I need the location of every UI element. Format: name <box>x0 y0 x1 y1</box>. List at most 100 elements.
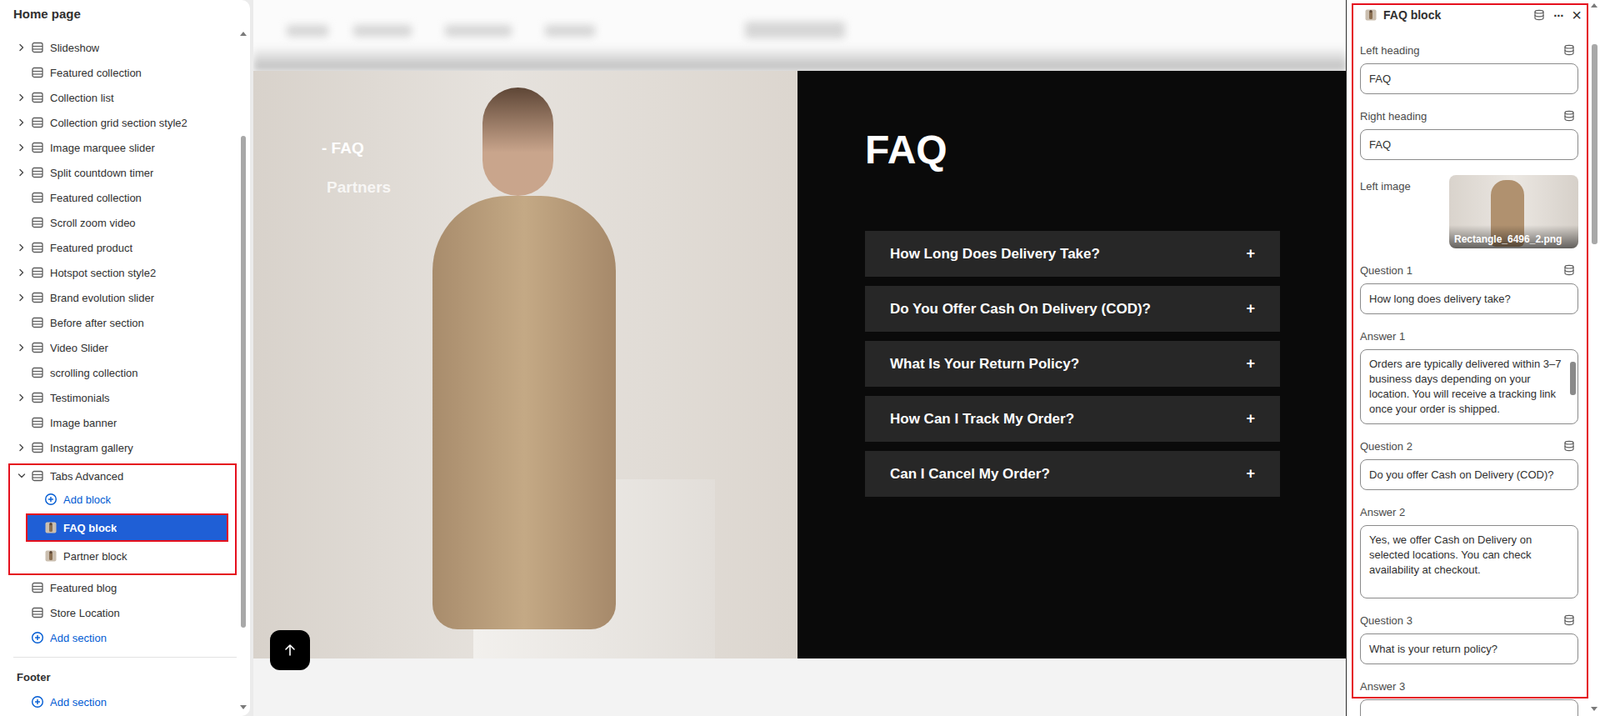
block-image-icon <box>1364 8 1378 22</box>
add-block-button[interactable]: Add block <box>10 486 235 512</box>
section-item[interactable]: scrolling collection <box>0 360 250 385</box>
tab[interactable]: - FAQ <box>321 139 798 158</box>
text-input[interactable]: FAQ <box>1360 63 1579 95</box>
field-label: Left image <box>1360 180 1411 193</box>
toggle-icon[interactable]: + <box>1245 245 1255 263</box>
section-item[interactable]: Image banner <box>0 410 250 435</box>
close-button[interactable]: × <box>1571 6 1582 24</box>
dynamic-source-icon[interactable] <box>1563 264 1575 276</box>
scroll-down-icon[interactable] <box>240 705 247 710</box>
toggle-icon[interactable]: + <box>1245 355 1255 373</box>
image-picker[interactable]: Rectangle_6496_2.png <box>1449 175 1579 249</box>
chevron-icon[interactable] <box>16 267 27 278</box>
page-background <box>253 658 1347 716</box>
block-image-icon <box>44 549 58 563</box>
textarea[interactable]: Orders are typically delivered within 3–… <box>1360 349 1579 425</box>
section-item[interactable]: Image marquee slider <box>0 135 250 160</box>
dynamic-source-icon[interactable] <box>1563 614 1575 626</box>
dynamic-source-icon[interactable] <box>1563 440 1575 452</box>
text-setting: Question 2 Do you offer Cash on Delivery… <box>1360 439 1579 490</box>
scrollbar[interactable] <box>1590 3 1599 711</box>
section-item[interactable]: Featured blog <box>0 575 250 600</box>
faq-item[interactable]: How Long Does Delivery Take? + <box>865 230 1280 277</box>
faq-item[interactable]: Do You Offer Cash On Delivery (COD)? + <box>865 285 1280 332</box>
section-item[interactable]: Video Slider <box>0 335 250 360</box>
image-filename: Rectangle_6496_2.png <box>1449 225 1579 249</box>
section-item[interactable]: Testimonials <box>0 385 250 410</box>
chevron-icon[interactable] <box>16 392 27 403</box>
section-item[interactable]: Instagram gallery <box>0 435 250 460</box>
arrow-up-icon <box>281 641 299 659</box>
chevron-icon[interactable] <box>16 442 27 453</box>
scroll-down-icon[interactable] <box>1590 706 1598 711</box>
text-input[interactable]: How long does delivery take? <box>1360 283 1579 315</box>
textarea[interactable]: Yes, we offer Cash on Delivery on select… <box>1360 525 1579 599</box>
plus-circle-icon <box>44 492 58 506</box>
field-label: Left heading <box>1360 44 1420 57</box>
chevron-icon[interactable] <box>16 117 27 128</box>
chevron-icon[interactable] <box>16 142 27 153</box>
panel-header: FAQ block ··· × <box>1346 0 1600 30</box>
dynamic-source-icon[interactable] <box>1563 110 1575 122</box>
toggle-icon[interactable]: + <box>1245 300 1255 318</box>
toggle-icon[interactable]: + <box>1245 465 1255 483</box>
section-item[interactable]: Slideshow <box>0 35 250 60</box>
section-item[interactable]: Tabs Advanced <box>10 465 235 487</box>
faq-item[interactable]: How Can I Track My Order? + <box>865 395 1280 442</box>
chevron-icon[interactable] <box>16 470 27 481</box>
text-input[interactable]: Do you offer Cash on Delivery (COD)? <box>1360 459 1579 490</box>
block-item[interactable]: Partner block <box>10 543 235 569</box>
chevron-icon[interactable] <box>16 92 27 103</box>
section-item[interactable]: Before after section <box>0 310 250 335</box>
annotation-box <box>1351 3 1589 699</box>
section-item[interactable]: Featured collection <box>0 185 250 210</box>
scrollbar-thumb[interactable] <box>1591 44 1598 245</box>
block-item[interactable]: FAQ block <box>25 513 229 542</box>
sidebar: Home page Slideshow Featured collection … <box>0 0 250 716</box>
section-item[interactable]: Hotspot section style2 <box>0 260 250 285</box>
scrollbar-thumb[interactable] <box>240 135 246 628</box>
section-item[interactable]: Featured product <box>0 235 250 260</box>
dynamic-source-icon[interactable] <box>1563 44 1575 56</box>
text-setting: Question 3 What is your return policy? <box>1360 613 1579 665</box>
chevron-icon[interactable] <box>16 342 27 353</box>
field-label: Answer 2 <box>1360 505 1405 519</box>
text-input[interactable]: What is your return policy? <box>1360 633 1579 665</box>
left-image: - FAQ Partners <box>253 70 798 659</box>
section-item[interactable]: Scroll zoom video <box>0 210 250 235</box>
toggle-icon[interactable]: + <box>1245 410 1255 428</box>
textarea[interactable] <box>1360 699 1579 716</box>
text-input[interactable]: FAQ <box>1360 129 1579 160</box>
section-item[interactable]: Split countdown timer <box>0 160 250 185</box>
chevron-icon[interactable] <box>16 167 27 178</box>
dynamic-source-icon[interactable] <box>1533 9 1545 21</box>
image-setting: Left image Rectangle_6496_2.png <box>1360 175 1579 249</box>
faq-item[interactable]: Can I Cancel My Order? + <box>865 450 1280 497</box>
add-section-button[interactable]: Add section <box>0 625 250 650</box>
panel-title: FAQ block <box>1383 8 1441 22</box>
textarea-scrollbar[interactable] <box>1570 353 1576 420</box>
scrollbar[interactable] <box>240 31 247 710</box>
scroll-up-icon[interactable] <box>1590 3 1598 8</box>
faq-item[interactable]: What Is Your Return Policy? + <box>865 340 1280 387</box>
chevron-icon[interactable] <box>16 292 27 303</box>
section-item[interactable]: Store Location <box>0 600 250 625</box>
scroll-top-button[interactable] <box>270 630 310 670</box>
tab[interactable]: Partners <box>326 178 798 197</box>
scroll-up-icon[interactable] <box>240 31 247 36</box>
add-section-button[interactable]: Add section <box>0 689 250 715</box>
faq-list: How Long Does Delivery Take? + Do You Off… <box>865 230 1280 497</box>
chevron-icon[interactable] <box>16 42 27 53</box>
section-item[interactable]: Collection list <box>0 85 250 110</box>
divider <box>13 656 237 658</box>
section-item[interactable]: Featured collection <box>0 60 250 85</box>
section-icon <box>30 290 45 305</box>
chevron-icon[interactable] <box>16 242 27 253</box>
more-button[interactable]: ··· <box>1553 8 1564 23</box>
section-icon <box>30 390 45 405</box>
text-setting: Answer 1 Orders are typically delivered … <box>1360 329 1579 425</box>
section-icon <box>30 605 45 620</box>
section-icon <box>30 440 45 455</box>
section-item[interactable]: Collection grid section style2 <box>0 110 250 135</box>
section-item[interactable]: Brand evolution slider <box>0 285 250 310</box>
